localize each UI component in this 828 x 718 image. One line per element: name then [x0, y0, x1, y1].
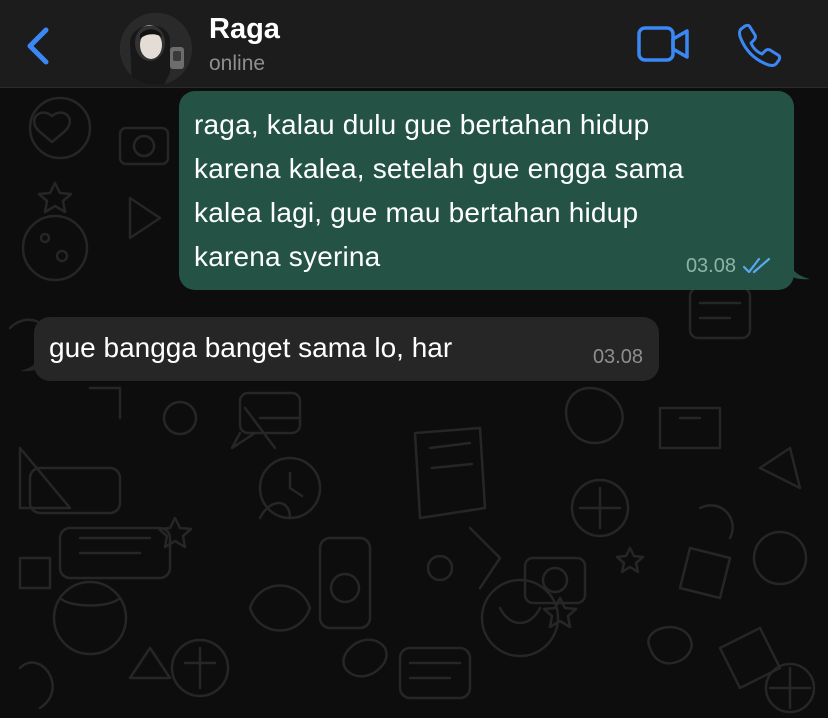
contact-name[interactable]: Raga: [209, 12, 280, 46]
phone-icon: [738, 23, 782, 67]
message-list[interactable]: raga, kalau dulu gue bertahan hidup kare…: [0, 88, 828, 718]
back-chevron-icon: [27, 27, 49, 65]
video-call-button[interactable]: [636, 24, 692, 64]
outgoing-message-bubble[interactable]: raga, kalau dulu gue bertahan hidup kare…: [179, 91, 794, 290]
avatar-image: [120, 13, 192, 85]
message-meta: 03.08: [686, 254, 772, 278]
back-button[interactable]: [20, 24, 56, 68]
read-receipt-icon: [742, 257, 771, 274]
avatar[interactable]: [120, 13, 192, 85]
voice-call-button[interactable]: [736, 22, 782, 68]
message-time: 03.08: [592, 346, 643, 368]
message-text: gue bangga banget sama lo, har: [49, 332, 453, 363]
video-camera-icon: [637, 26, 689, 62]
message-text: raga, kalau dulu gue bertahan hidup kare…: [194, 109, 684, 272]
chat-screen: Raga online raga, kalau dulu gue bertaha…: [0, 0, 828, 718]
contact-status: online: [209, 52, 266, 75]
message-time: 03.08: [685, 255, 736, 277]
chat-header: Raga online: [0, 0, 828, 88]
incoming-message-bubble[interactable]: gue bangga banget sama lo, har 03.08: [34, 317, 659, 381]
